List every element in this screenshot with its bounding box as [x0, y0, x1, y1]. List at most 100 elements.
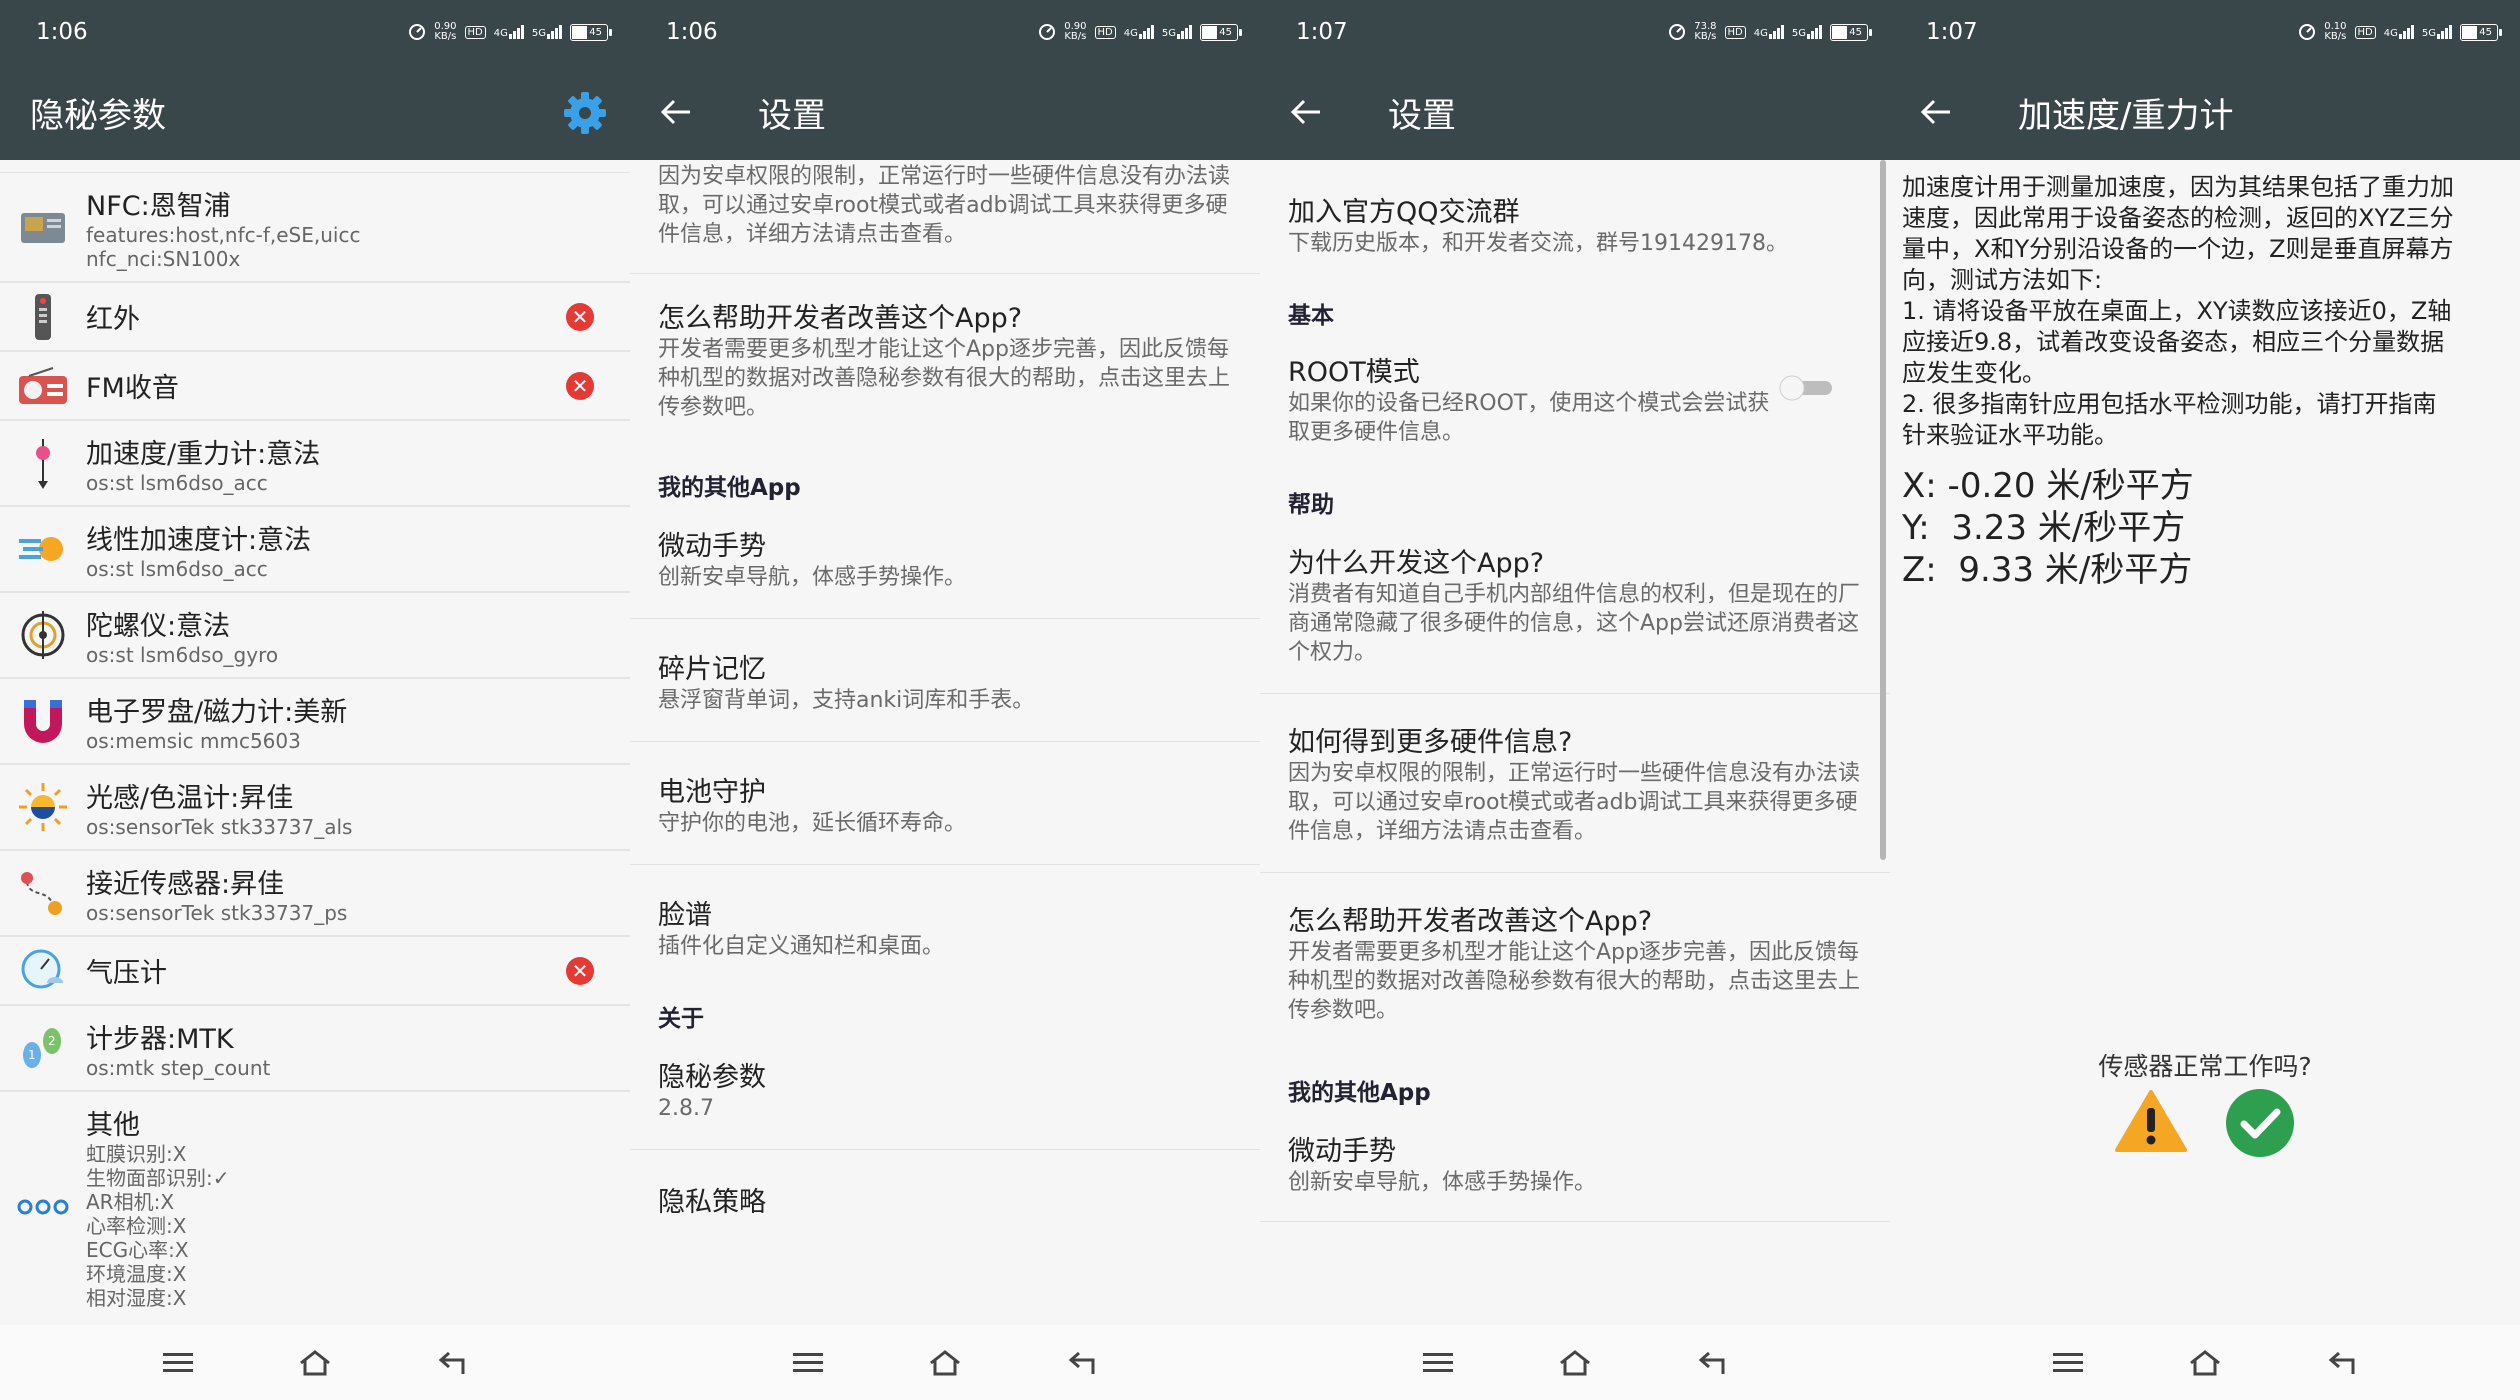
home-icon[interactable]	[920, 1343, 970, 1383]
settings-item-privacy[interactable]: 隐私策略	[630, 1150, 1260, 1219]
ok-check-button[interactable]	[2225, 1088, 2295, 1158]
reading-x: X: -0.20 米/秒平方	[1902, 466, 2194, 506]
settings-item-more-hw-info[interactable]: 如何得到更多硬件信息? 因为安卓权限的限制，正常运行时一些硬件信息没有办法读取，…	[1260, 694, 1890, 872]
settings-desc: 因为安卓权限的限制，正常运行时一些硬件信息没有办法读取，可以通过安卓root模式…	[1288, 761, 1861, 844]
sensor-item-barometer[interactable]: 气压计 ✕	[0, 936, 630, 1005]
screen-settings-2: 1:07 73.8 KB/s HD 4G 5G 45 设置 加入官方QQ交流群 下…	[1260, 0, 1890, 1400]
home-icon[interactable]	[1550, 1343, 1600, 1383]
location-route-icon	[21, 872, 62, 915]
sensor-sub: 虹膜识别:X	[86, 1142, 187, 1166]
back-arrow-icon[interactable]	[1290, 97, 1330, 127]
sensor-question: 传感器正常工作吗?	[2098, 1052, 2312, 1081]
sensor-item-compass[interactable]: 电子罗盘/磁力计:美新 os:memsic mmc5603	[0, 678, 630, 764]
settings-item-app[interactable]: 脸谱 插件化自定义通知栏和桌面。	[630, 865, 1260, 971]
app-bar: 隐秘参数	[0, 64, 630, 160]
signal-4g-icon: 4G	[494, 25, 524, 39]
back-nav-icon[interactable]	[1687, 1343, 1737, 1383]
menu-icon[interactable]	[153, 1343, 203, 1383]
settings-item-more-hw-info[interactable]: 因为安卓权限的限制，正常运行时一些硬件信息没有办法读取，可以通过安卓root模式…	[630, 160, 1260, 249]
settings-desc: 下载历史版本，和开发者交流，群号191429178。	[1288, 231, 1788, 256]
settings-item-qq-group[interactable]: 加入官方QQ交流群 下载历史版本，和开发者交流，群号191429178。	[1260, 160, 1890, 258]
settings-desc: 开发者需要更多机型才能让这个App逐步完善，因此反馈每种机型的数据对改善隐秘参数…	[1288, 940, 1861, 1023]
sensor-item-other[interactable]: 其他 虹膜识别:X 生物面部识别:✓ AR相机:X 心率检测:X ECG心率:X…	[0, 1091, 630, 1321]
reading-y: Y: 3.23 米/秒平方	[1902, 508, 2186, 548]
sensor-sub: 环境温度:X	[86, 1262, 187, 1286]
settings-item-help-dev[interactable]: 怎么帮助开发者改善这个App? 开发者需要更多机型才能让这个App逐步完善，因此…	[1260, 873, 1890, 1035]
root-mode-toggle[interactable]	[1776, 372, 1836, 402]
sensor-item-ir[interactable]: 红外 ✕	[0, 282, 630, 351]
settings-title: 如何得到更多硬件信息?	[1288, 727, 1573, 758]
menu-icon[interactable]	[783, 1343, 833, 1383]
sensor-sub: 相对湿度:X	[86, 1286, 187, 1310]
settings-item-version[interactable]: 隐秘参数 2.8.7	[630, 1055, 1260, 1149]
battery-icon: 45	[1830, 23, 1872, 41]
nav-bar	[630, 1325, 1260, 1400]
settings-item-why-app[interactable]: 为什么开发这个App? 消费者有知道自己手机内部组件信息的权利，但是现在的厂商通…	[1260, 541, 1890, 693]
sensor-item-light[interactable]: 光感/色温计:昇佳 os:sensorTek stk33737_als	[0, 764, 630, 850]
sensor-item-pedometer[interactable]: 12 计步器:MTK os:mtk step_count	[0, 1005, 630, 1091]
settings-title: 隐私策略	[658, 1187, 766, 1218]
radio-icon	[19, 366, 67, 404]
gear-icon[interactable]	[562, 90, 608, 136]
settings-item-help-dev[interactable]: 怎么帮助开发者改善这个App? 开发者需要更多机型才能让这个App逐步完善，因此…	[630, 274, 1260, 444]
sensor-sub: os:st lsm6dso_acc	[86, 556, 268, 581]
sensor-item-nfc[interactable]: NFC:恩智浦 features:host,nfc-f,eSE,uicc nfc_n…	[0, 172, 630, 282]
home-icon[interactable]	[290, 1343, 340, 1383]
settings-desc: 悬浮窗背单词，支持anki词库和手表。	[658, 688, 1035, 713]
description-line: 应接近9.8，试着改变设备姿态，相应三个分量数据	[1902, 328, 2445, 356]
status-time: 1:06	[36, 19, 88, 45]
sensor-item-gyroscope[interactable]: 陀螺仪:意法 os:st lsm6dso_gyro	[0, 592, 630, 678]
signal-5g-icon: 5G	[2422, 25, 2452, 39]
settings-desc: 开发者需要更多机型才能让这个App逐步完善，因此反馈每种机型的数据对改善隐秘参数…	[658, 337, 1231, 420]
battery-icon: 45	[570, 23, 612, 41]
settings-item-app[interactable]: 微动手势 创新安卓导航，体感手势操作。	[630, 524, 1260, 618]
home-icon[interactable]	[2180, 1343, 2230, 1383]
settings-desc: 因为安卓权限的限制，正常运行时一些硬件信息没有办法读取，可以通过安卓root模式…	[658, 164, 1231, 247]
screen-settings-1: 1:06 0.90 KB/s HD 4G 5G 45 设置 因为安卓权限的限制，正…	[630, 0, 1260, 1400]
sensor-item-proximity[interactable]: 接近传感器:昇佳 os:sensorTek stk33737_ps	[0, 850, 630, 936]
network-speed: 0.90 KB/s	[434, 21, 457, 42]
back-arrow-icon[interactable]	[660, 97, 700, 127]
feedback-buttons	[1890, 1088, 2520, 1158]
error-icon: ✕	[566, 371, 594, 400]
sensor-sub: os:st lsm6dso_gyro	[86, 642, 279, 667]
sensor-sub: os:st lsm6dso_acc	[86, 470, 268, 495]
screen-accelerometer: 1:07 0.10 KB/s HD 4G 5G 45 加速度/重力计 加速度计用于…	[1890, 0, 2520, 1400]
sensor-item-fm[interactable]: FM收音 ✕	[0, 351, 630, 420]
sun-icon	[19, 783, 67, 831]
back-nav-icon[interactable]	[427, 1343, 477, 1383]
network-speed: 73.8 KB/s	[1694, 21, 1717, 42]
warning-button[interactable]	[2115, 1088, 2187, 1154]
settings-desc: 创新安卓导航，体感手势操作。	[658, 565, 967, 590]
hd-voice-icon: HD	[464, 25, 486, 39]
sensor-item-accelerometer[interactable]: 加速度/重力计:意法 os:st lsm6dso_acc	[0, 420, 630, 506]
scrollbar[interactable]	[1880, 160, 1886, 860]
sensor-name: NFC:恩智浦	[86, 190, 231, 222]
page-title: 设置	[1388, 95, 1456, 136]
settings-item-app[interactable]: 微动手势 创新安卓导航，体感手势操作。	[1260, 1129, 1890, 1221]
sensor-item-linear-acc[interactable]: 线性加速度计:意法 os:st lsm6dso_acc	[0, 506, 630, 592]
status-time: 1:06	[666, 19, 718, 45]
settings-list: 加入官方QQ交流群 下载历史版本，和开发者交流，群号191429178。 基本 …	[1260, 160, 1890, 1325]
status-bar: 1:06 0.90 KB/s HD 4G 5G 45	[630, 0, 1260, 64]
back-arrow-icon[interactable]	[1920, 97, 1960, 127]
nav-bar	[1260, 1325, 1890, 1400]
network-speed: 0.10 KB/s	[2324, 21, 2347, 42]
sensor-list: NFC:恩智浦 features:host,nfc-f,eSE,uicc nfc_n…	[0, 160, 630, 1325]
settings-item-app[interactable]: 碎片记忆 悬浮窗背单词，支持anki词库和手表。	[630, 619, 1260, 741]
menu-icon[interactable]	[2043, 1343, 2093, 1383]
sensor-name: 气压计	[86, 958, 167, 989]
settings-item-root-mode[interactable]: ROOT模式 如果你的设备已经ROOT，使用这个模式会尝试获取更多硬件信息。	[1260, 350, 1890, 447]
sensor-sub: nfc_nci:SN100x	[86, 246, 241, 271]
screen-sensor-list: 1:06 0.90 KB/s HD 4G 5G 45 隐秘参数 NFC:恩智浦 …	[0, 0, 630, 1400]
page-title: 加速度/重力计	[2018, 95, 2234, 136]
sensor-sub: os:memsic mmc5603	[86, 728, 301, 753]
sensor-name: 光感/色温计:昇佳	[86, 782, 294, 814]
back-nav-icon[interactable]	[2317, 1343, 2367, 1383]
more-dots-icon	[17, 1199, 69, 1214]
settings-item-app[interactable]: 电池守护 守护你的电池，延长循环寿命。	[630, 742, 1260, 864]
sensor-name: 线性加速度计:意法	[86, 524, 312, 556]
reading-z: Z: 9.33 米/秒平方	[1902, 550, 2193, 590]
menu-icon[interactable]	[1413, 1343, 1463, 1383]
back-nav-icon[interactable]	[1057, 1343, 1107, 1383]
